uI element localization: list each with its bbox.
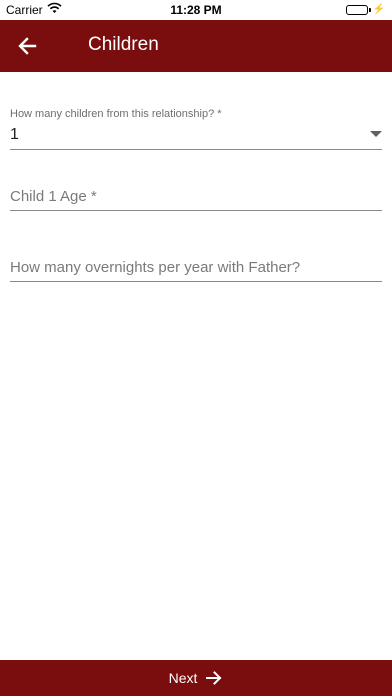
next-button[interactable]: Next: [0, 660, 392, 696]
overnights-underline: [10, 281, 382, 282]
children-count-underline: [10, 149, 382, 150]
overnights-field[interactable]: How many overnights per year with Father…: [10, 251, 382, 285]
children-count-select[interactable]: How many children from this relationship…: [10, 100, 382, 152]
battery-icon: ⚡: [345, 4, 385, 15]
next-label: Next: [168, 670, 198, 686]
charging-icon: ⚡: [372, 4, 385, 15]
clock: 11:28 PM: [170, 3, 222, 17]
back-button[interactable]: [14, 34, 40, 58]
child-age-underline: [10, 210, 382, 211]
children-count-label: How many children from this relationship…: [10, 108, 222, 120]
status-bar: Carrier 11:28 PM ⚡: [0, 0, 392, 20]
arrow-right-icon: [206, 671, 222, 685]
child-age-placeholder: Child 1 Age *: [10, 188, 97, 205]
children-count-value: 1: [10, 126, 19, 143]
arrow-left-icon: [18, 37, 37, 55]
overnights-placeholder: How many overnights per year with Father…: [10, 259, 301, 276]
caret-down-icon: [370, 131, 382, 137]
child-age-field[interactable]: Child 1 Age *: [10, 180, 382, 214]
page-title: Children: [88, 34, 159, 55]
app-bar: Children: [0, 20, 392, 72]
